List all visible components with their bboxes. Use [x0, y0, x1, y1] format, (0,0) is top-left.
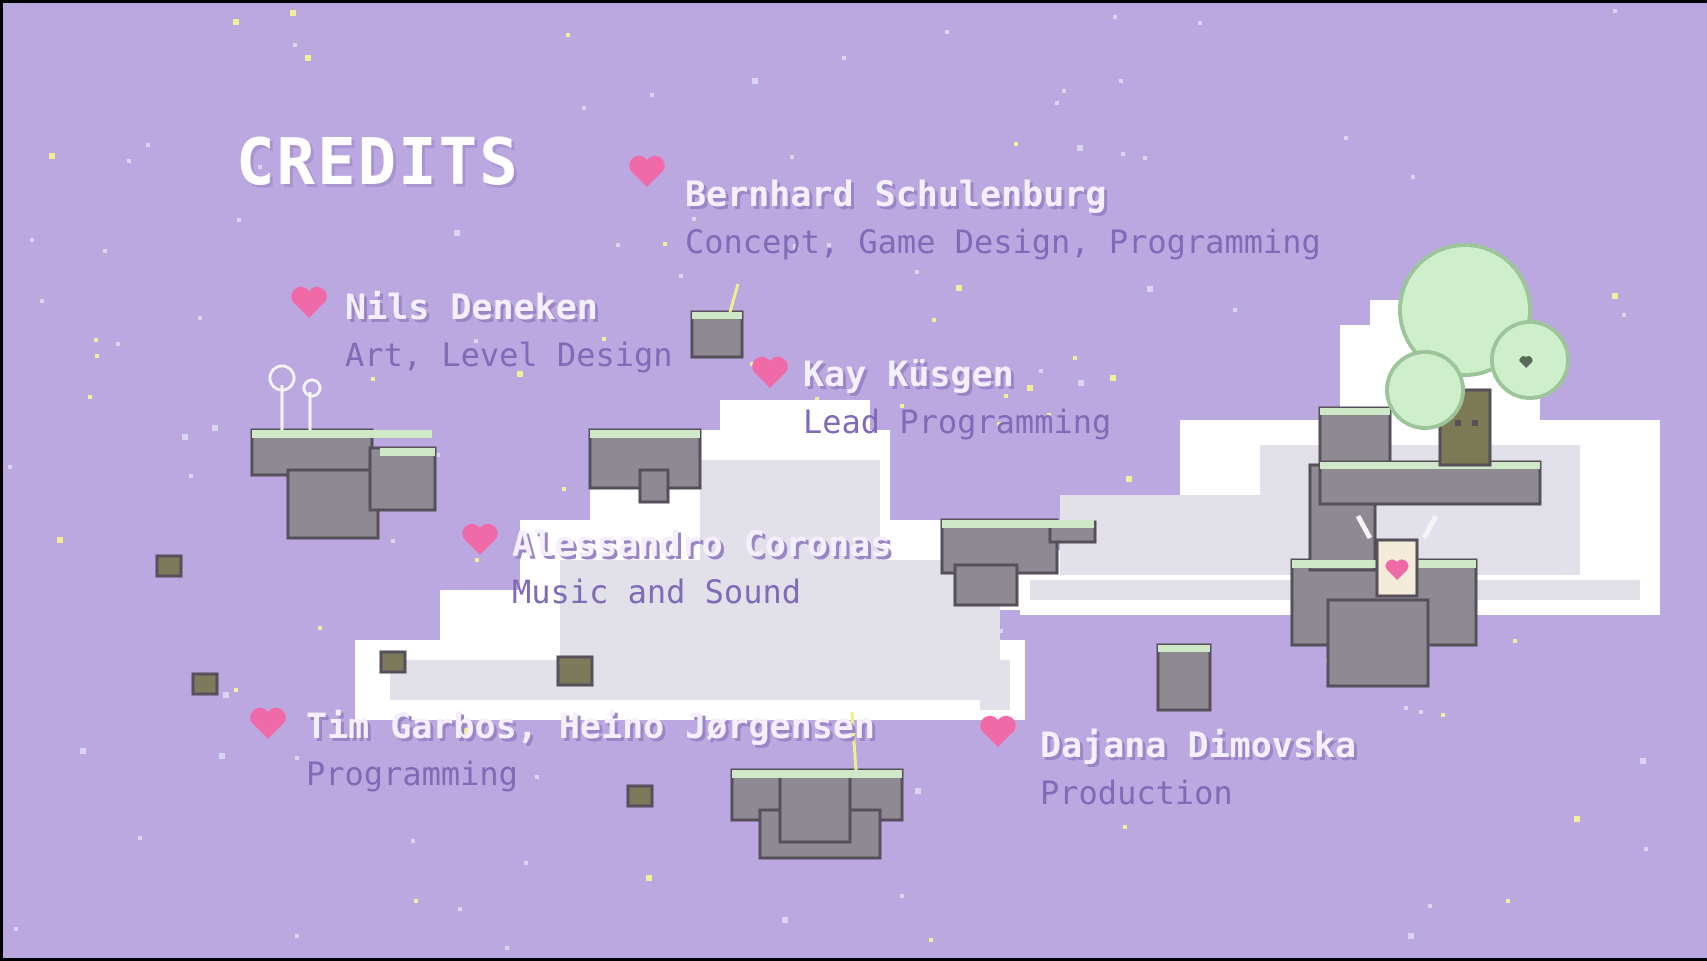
flower-plants-left — [268, 364, 322, 430]
credit-entry: Alessandro Coronas Music and Sound — [512, 525, 891, 611]
floating-island-left — [250, 428, 437, 540]
floating-island-mid — [940, 518, 1097, 607]
credit-entry: Nils Deneken Art, Level Design — [345, 288, 673, 374]
credit-entry: Bernhard Schulenburg Concept, Game Desig… — [685, 175, 1321, 261]
credit-name: Dajana Dimovska — [1040, 726, 1357, 766]
heart-icon — [291, 286, 327, 318]
credit-role: Lead Programming — [803, 403, 1112, 441]
heart-icon — [462, 523, 498, 555]
credit-entry: Tim Garbos, Heino Jørgensen Programming — [306, 707, 875, 793]
heart-icon — [980, 715, 1016, 747]
credit-name: Alessandro Coronas — [512, 525, 892, 565]
credit-name: Kay Küsgen — [803, 355, 1014, 395]
credit-role: Programming — [306, 755, 518, 793]
floating-block-small-1 — [690, 283, 744, 359]
credits-screen: CREDITS Bernhard Schulenburg Concept, Ga… — [0, 0, 1707, 961]
credit-name: Bernhard Schulenburg — [685, 175, 1107, 215]
credit-role: Production — [1040, 774, 1233, 812]
credit-name: Tim Garbos, Heino Jørgensen — [306, 707, 875, 747]
credit-role: Concept, Game Design, Programming — [685, 223, 1321, 261]
credit-role: Art, Level Design — [345, 336, 673, 374]
heart-icon — [250, 707, 286, 739]
credit-entry: Dajana Dimovska Production — [1040, 726, 1356, 812]
credit-entry: Kay Küsgen Lead Programming — [803, 355, 1111, 441]
floating-island-center-top — [588, 428, 702, 504]
heart-icon — [752, 356, 788, 388]
credits-title: CREDITS — [236, 126, 520, 200]
floating-block-right — [1156, 643, 1212, 712]
frame-edge-top — [0, 0, 1707, 3]
tree-spirit — [1385, 243, 1570, 467]
frame-edge-left — [0, 0, 3, 961]
credit-name: Nils Deneken — [345, 288, 598, 328]
heart-icon — [629, 155, 665, 187]
credit-role: Music and Sound — [512, 573, 801, 611]
